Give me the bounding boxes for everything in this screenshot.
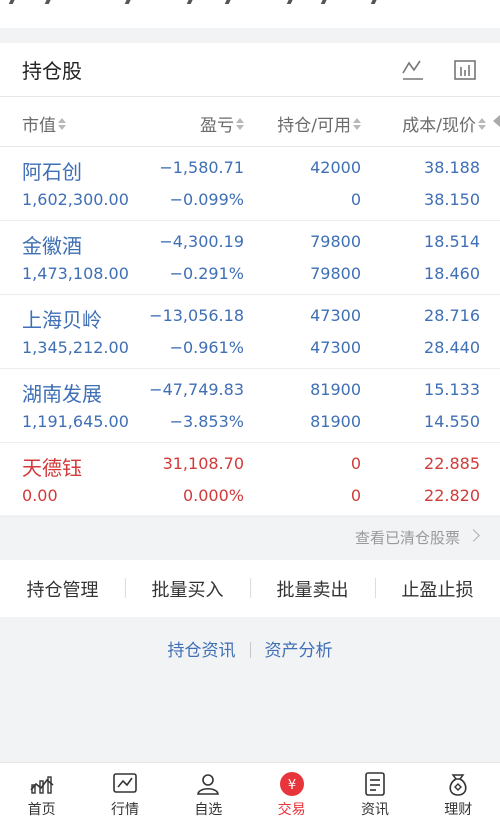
market-value: 1,602,300.00	[22, 190, 129, 209]
available-qty: 79800	[310, 264, 361, 283]
tab-wealth[interactable]: 理财	[417, 763, 500, 826]
market-value: 1,345,212.00	[22, 338, 129, 357]
profit-loss: −47,749.83	[149, 380, 244, 399]
profit-loss-percent: 0.000%	[182, 486, 244, 505]
profit-loss: 31,108.70	[162, 454, 244, 473]
stock-name: 上海贝岭	[22, 308, 102, 332]
cut-off-text	[0, 0, 500, 6]
col-cost-price-label: 成本/现价	[402, 116, 476, 136]
cost-price: 28.716	[424, 306, 480, 325]
tab-news[interactable]: 资讯	[333, 763, 416, 826]
bottom-tab-bar: 首页 行情 自选 ¥ 交易 资讯 理财	[0, 762, 500, 826]
tab-news-label: 资讯	[360, 802, 389, 818]
current-price: 14.550	[424, 412, 480, 431]
current-price: 38.150	[424, 190, 480, 209]
view-cleared-label: 查看已清仓股票	[354, 529, 460, 547]
watchlist-icon	[194, 771, 222, 797]
cost-price: 15.133	[424, 380, 480, 399]
tab-home[interactable]: 首页	[0, 763, 83, 826]
line-chart-icon[interactable]	[400, 57, 426, 83]
tab-trade[interactable]: ¥ 交易	[250, 763, 333, 826]
hold-qty: 81900	[310, 380, 361, 399]
view-cleared-stocks-link[interactable]: 查看已清仓股票	[0, 515, 500, 559]
col-profit-loss-label: 盈亏	[200, 116, 234, 136]
batch-sell-button[interactable]: 批量卖出	[250, 576, 375, 602]
holdings-news-link[interactable]: 持仓资讯	[168, 641, 236, 661]
sort-icon	[236, 117, 244, 130]
column-headers: 市值 盈亏 持仓/可用 成本/现价	[0, 97, 500, 147]
col-market-value[interactable]: 市值	[22, 111, 66, 136]
profit-loss: −4,300.19	[159, 232, 244, 251]
available-qty: 81900	[310, 412, 361, 431]
bar-chart-icon[interactable]	[452, 57, 478, 83]
sort-icon	[478, 117, 486, 130]
top-strip	[0, 0, 500, 28]
profit-loss-percent: −0.291%	[169, 264, 244, 283]
asset-analysis-link[interactable]: 资产分析	[265, 641, 333, 661]
market-value: 1,191,645.00	[22, 412, 129, 431]
tab-market[interactable]: 行情	[83, 763, 166, 826]
col-cost-price[interactable]: 成本/现价	[402, 111, 486, 136]
tab-trade-label: 交易	[277, 802, 306, 818]
col-hold-avail[interactable]: 持仓/可用	[277, 111, 361, 136]
stock-name: 阿石创	[22, 160, 82, 184]
news-icon	[361, 771, 389, 797]
profit-loss: −13,056.18	[149, 306, 244, 325]
tab-home-label: 首页	[27, 802, 56, 818]
wealth-icon	[444, 771, 472, 797]
svg-text:¥: ¥	[288, 778, 296, 793]
cost-price: 38.188	[424, 158, 480, 177]
sort-icon	[58, 117, 66, 130]
trade-icon: ¥	[278, 771, 306, 797]
tab-market-label: 行情	[110, 802, 139, 818]
holding-row[interactable]: 阿石创 1,602,300.00 −1,580.71 −0.099% 42000 0 38.…	[0, 147, 500, 221]
hold-qty: 47300	[310, 306, 361, 325]
hold-qty: 79800	[310, 232, 361, 251]
market-icon	[111, 771, 139, 797]
current-price: 28.440	[424, 338, 480, 357]
col-hold-avail-label: 持仓/可用	[277, 116, 351, 136]
scroll-left-icon[interactable]	[493, 115, 500, 127]
hold-qty: 42000	[310, 158, 361, 177]
profit-loss: −1,580.71	[159, 158, 244, 177]
stock-name: 金徽酒	[22, 234, 82, 258]
current-price: 22.820	[424, 486, 480, 505]
action-bar: 持仓管理 批量买入 批量卖出 止盈止损	[0, 560, 500, 617]
holdings-header: 持仓股	[0, 43, 500, 97]
current-price: 18.460	[424, 264, 480, 283]
available-qty: 0	[350, 486, 361, 505]
holding-row[interactable]: 天德钰 0.00 31,108.70 0.000% 0 0 22.885 22.820	[0, 443, 500, 517]
holding-row[interactable]: 金徽酒 1,473,108.00 −4,300.19 −0.291% 79800 7980…	[0, 221, 500, 295]
tab-watchlist[interactable]: 自选	[167, 763, 250, 826]
available-qty: 47300	[310, 338, 361, 357]
col-market-value-label: 市值	[22, 116, 56, 136]
bottom-links: 持仓资讯 资产分析	[0, 636, 500, 661]
market-value: 1,473,108.00	[22, 264, 129, 283]
holdings-title: 持仓股	[22, 59, 82, 83]
available-qty: 0	[350, 190, 361, 209]
cost-price: 22.885	[424, 454, 480, 473]
cost-price: 18.514	[424, 232, 480, 251]
divider	[249, 642, 251, 658]
profit-loss-percent: −0.961%	[169, 338, 244, 357]
market-value: 0.00	[22, 486, 58, 505]
holding-row[interactable]: 湖南发展 1,191,645.00 −47,749.83 −3.853% 81900 81…	[0, 369, 500, 443]
col-profit-loss[interactable]: 盈亏	[200, 111, 244, 136]
hold-qty: 0	[350, 454, 361, 473]
stock-name: 天德钰	[22, 456, 82, 480]
holdings-card: 持仓股 市值 盈亏 持仓/可用 成本/现价 阿石创 1,602,300.00 −…	[0, 43, 500, 517]
sort-icon	[353, 117, 361, 130]
tab-wealth-label: 理财	[444, 802, 473, 818]
batch-buy-button[interactable]: 批量买入	[125, 576, 250, 602]
tab-watchlist-label: 自选	[194, 802, 223, 818]
position-management-button[interactable]: 持仓管理	[0, 576, 125, 602]
holding-row[interactable]: 上海贝岭 1,345,212.00 −13,056.18 −0.961% 47300 47…	[0, 295, 500, 369]
home-icon	[28, 771, 56, 797]
chevron-right-icon	[467, 529, 480, 542]
profit-loss-percent: −3.853%	[169, 412, 244, 431]
stop-profit-loss-button[interactable]: 止盈止损	[375, 576, 500, 602]
stock-name: 湖南发展	[22, 382, 102, 406]
profit-loss-percent: −0.099%	[169, 190, 244, 209]
